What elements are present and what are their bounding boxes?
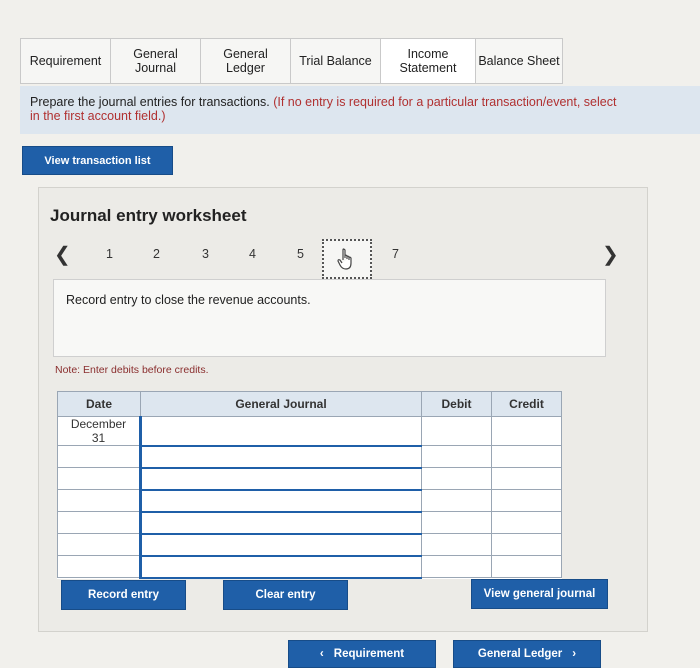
header-debit: Debit — [421, 391, 492, 417]
header-date: Date — [57, 391, 141, 417]
tab-general-ledger[interactable]: General Ledger — [200, 38, 290, 84]
account-field[interactable] — [139, 467, 422, 491]
credit-field[interactable] — [491, 555, 562, 578]
tab-balance-sheet[interactable]: Balance Sheet — [475, 38, 563, 84]
tab-trial-balance[interactable]: Trial Balance — [290, 38, 380, 84]
credit-field[interactable] — [491, 511, 562, 534]
table-row — [57, 467, 562, 491]
page-6-current[interactable] — [322, 239, 372, 279]
worksheet-title: Journal entry worksheet — [50, 206, 247, 225]
table-header-row: Date General Journal Debit Credit — [57, 391, 562, 417]
header-credit: Credit — [491, 391, 562, 417]
next-general-ledger-label: General Ledger — [477, 648, 563, 660]
entry-description: Record entry to close the revenue accoun… — [53, 279, 606, 357]
clear-entry-button[interactable]: Clear entry — [223, 580, 348, 610]
tab-general-journal[interactable]: General Journal — [110, 38, 200, 84]
credit-field[interactable] — [491, 533, 562, 556]
debit-field[interactable] — [421, 489, 492, 512]
debit-field[interactable] — [421, 511, 492, 534]
record-entry-button[interactable]: Record entry — [61, 580, 186, 610]
date-cell[interactable] — [57, 445, 141, 468]
date-cell[interactable] — [57, 555, 141, 578]
prev-requirement-button[interactable]: ‹ Requirement — [288, 640, 436, 668]
debit-field[interactable] — [421, 533, 492, 556]
tab-income-statement[interactable]: Income Statement — [380, 38, 475, 84]
account-field[interactable] — [139, 445, 422, 469]
page-2[interactable]: 2 — [153, 247, 160, 261]
tab-label: Requirement — [29, 54, 102, 68]
date-cell[interactable] — [57, 467, 141, 490]
debit-field[interactable] — [421, 555, 492, 578]
credit-field[interactable] — [491, 489, 562, 512]
account-field[interactable] — [139, 416, 422, 447]
table-row — [57, 533, 562, 557]
page-5[interactable]: 5 — [297, 247, 304, 261]
next-general-ledger-button[interactable]: General Ledger › — [453, 640, 601, 668]
debit-field[interactable] — [421, 445, 492, 468]
instruction-main: Prepare the journal entries for transact… — [30, 95, 270, 109]
tab-label: Balance Sheet — [478, 54, 560, 68]
debit-field[interactable] — [421, 467, 492, 490]
chevron-right-icon: › — [572, 648, 577, 660]
page-4[interactable]: 4 — [249, 247, 256, 261]
page-7[interactable]: 7 — [392, 247, 399, 261]
date-cell[interactable] — [57, 511, 141, 534]
tab-label: Income Statement — [399, 47, 457, 75]
tab-label: General Ledger — [223, 47, 268, 75]
debits-note: Note: Enter debits before credits. — [55, 364, 209, 376]
chevron-left-icon[interactable]: ❮ — [54, 242, 71, 267]
date-cell[interactable] — [57, 533, 141, 556]
instruction-note: (If no entry is required for a particula… — [273, 95, 617, 109]
chevron-right-icon[interactable]: ❯ — [602, 242, 619, 267]
view-transaction-list-button[interactable]: View transaction list — [22, 146, 173, 175]
credit-field[interactable] — [491, 445, 562, 468]
table-row — [57, 555, 562, 579]
journal-table: Date General Journal Debit Credit Decemb… — [57, 391, 562, 579]
debit-field[interactable] — [421, 416, 492, 446]
prev-requirement-label: Requirement — [333, 648, 405, 660]
view-general-journal-button[interactable]: View general journal — [471, 579, 608, 609]
tab-bar: Requirement General Journal General Ledg… — [20, 38, 563, 84]
tab-label: Trial Balance — [299, 54, 372, 68]
table-row — [57, 511, 562, 535]
instruction-banner: Prepare the journal entries for transact… — [20, 86, 700, 134]
table-row — [57, 489, 562, 513]
account-field[interactable] — [139, 533, 422, 557]
account-field[interactable] — [139, 489, 422, 513]
account-field[interactable] — [139, 511, 422, 535]
credit-field[interactable] — [491, 416, 562, 446]
hand-cursor-icon — [337, 248, 352, 270]
instruction-note-line2: in the first account field.) — [30, 109, 166, 123]
chevron-left-icon: ‹ — [319, 648, 324, 660]
account-field[interactable] — [139, 555, 422, 579]
credit-field[interactable] — [491, 467, 562, 490]
page-1[interactable]: 1 — [106, 247, 113, 261]
page-3[interactable]: 3 — [202, 247, 209, 261]
table-row — [57, 445, 562, 469]
date-cell[interactable] — [57, 489, 141, 512]
entry-description-text: Record entry to close the revenue accoun… — [66, 293, 311, 307]
header-general-journal: General Journal — [140, 391, 422, 417]
table-row: December 31 — [57, 416, 562, 447]
date-cell[interactable]: December 31 — [57, 416, 141, 446]
tab-requirement[interactable]: Requirement — [20, 38, 110, 84]
tab-label: General Journal — [133, 47, 178, 75]
